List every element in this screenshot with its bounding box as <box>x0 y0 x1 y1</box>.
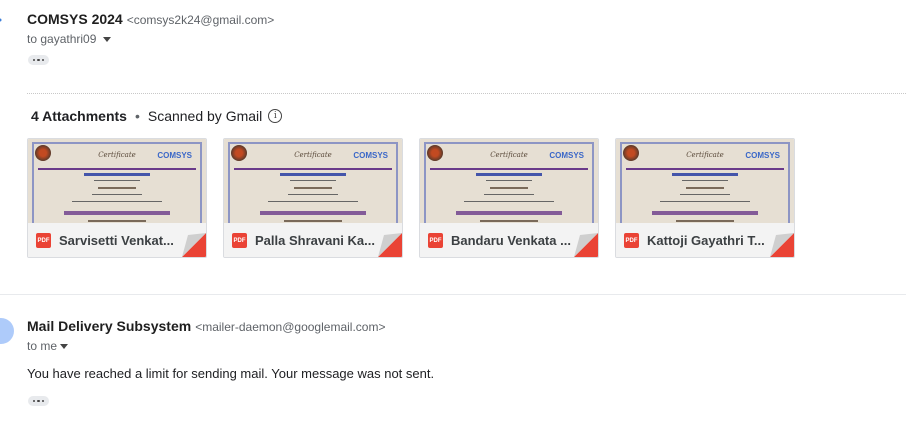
attachment-card[interactable]: COMSYS Certificate PDF Bandaru Venkata .… <box>419 138 599 258</box>
sender-email: <mailer-daemon@googlemail.com> <box>195 320 386 334</box>
chevron-down-icon[interactable] <box>60 343 69 349</box>
info-icon[interactable]: i <box>268 109 283 123</box>
page-fold-icon <box>378 233 402 257</box>
attachment-filename[interactable]: Bandaru Venkata ... <box>451 233 571 248</box>
divider <box>27 93 906 94</box>
chevron-down-icon[interactable] <box>103 36 112 42</box>
sender-name[interactable]: COMSYS 2024 <box>27 11 123 27</box>
attachment-card[interactable]: COMSYS Certificate PDF Kattoji Gayathri … <box>615 138 795 258</box>
sender-avatar-icon[interactable] <box>0 6 12 40</box>
attachment-thumbnail: COMSYS Certificate <box>224 139 402 223</box>
certificate-script: Certificate <box>98 151 136 159</box>
avatar[interactable] <box>0 318 14 344</box>
attachment-card[interactable]: COMSYS Certificate PDF Palla Shravani Ka… <box>223 138 403 258</box>
attachment-thumbnail: COMSYS Certificate <box>420 139 598 223</box>
page-fold-icon <box>182 233 206 257</box>
pdf-icon: PDF <box>232 233 247 248</box>
attachment-filename[interactable]: Kattoji Gayathri T... <box>647 233 765 248</box>
attachment-thumbnail: COMSYS Certificate <box>616 139 794 223</box>
page-fold-icon <box>574 233 598 257</box>
pdf-icon: PDF <box>624 233 639 248</box>
page-fold-icon <box>770 233 794 257</box>
recipients-label: to gayathri09 <box>27 32 97 46</box>
attachment-thumbnail: COMSYS Certificate <box>28 139 206 223</box>
certificate-script: Certificate <box>686 151 724 159</box>
certificate-script: Certificate <box>294 151 332 159</box>
sender-name[interactable]: Mail Delivery Subsystem <box>27 318 191 334</box>
pdf-icon: PDF <box>36 233 51 248</box>
show-trimmed-content-button[interactable] <box>28 396 49 406</box>
recipients-label: to me <box>27 339 58 353</box>
message-sender: COMSYS 2024 <comsys2k24@gmail.com> <box>27 11 274 27</box>
message-body: You have reached a limit for sending mai… <box>27 366 435 381</box>
show-trimmed-content-button[interactable] <box>28 55 49 65</box>
recipients-line[interactable]: to me <box>27 339 69 353</box>
attachments-header: 4 Attachments • Scanned by Gmail i <box>31 108 283 124</box>
attachment-card[interactable]: COMSYS Certificate PDF Sarvisetti Venkat… <box>27 138 207 258</box>
message-divider <box>0 294 906 295</box>
sender-email: <comsys2k24@gmail.com> <box>126 13 275 27</box>
certificate-script: Certificate <box>490 151 528 159</box>
separator-dot: • <box>134 108 140 124</box>
attachment-filename[interactable]: Palla Shravani Ka... <box>255 233 375 248</box>
scan-status: Scanned by Gmail <box>147 108 263 124</box>
attachment-filename[interactable]: Sarvisetti Venkat... <box>59 233 174 248</box>
recipients-line[interactable]: to gayathri09 <box>27 32 112 46</box>
pdf-icon: PDF <box>428 233 443 248</box>
attachments-count: 4 Attachments <box>31 108 127 124</box>
message-sender: Mail Delivery Subsystem <mailer-daemon@go… <box>27 318 385 334</box>
